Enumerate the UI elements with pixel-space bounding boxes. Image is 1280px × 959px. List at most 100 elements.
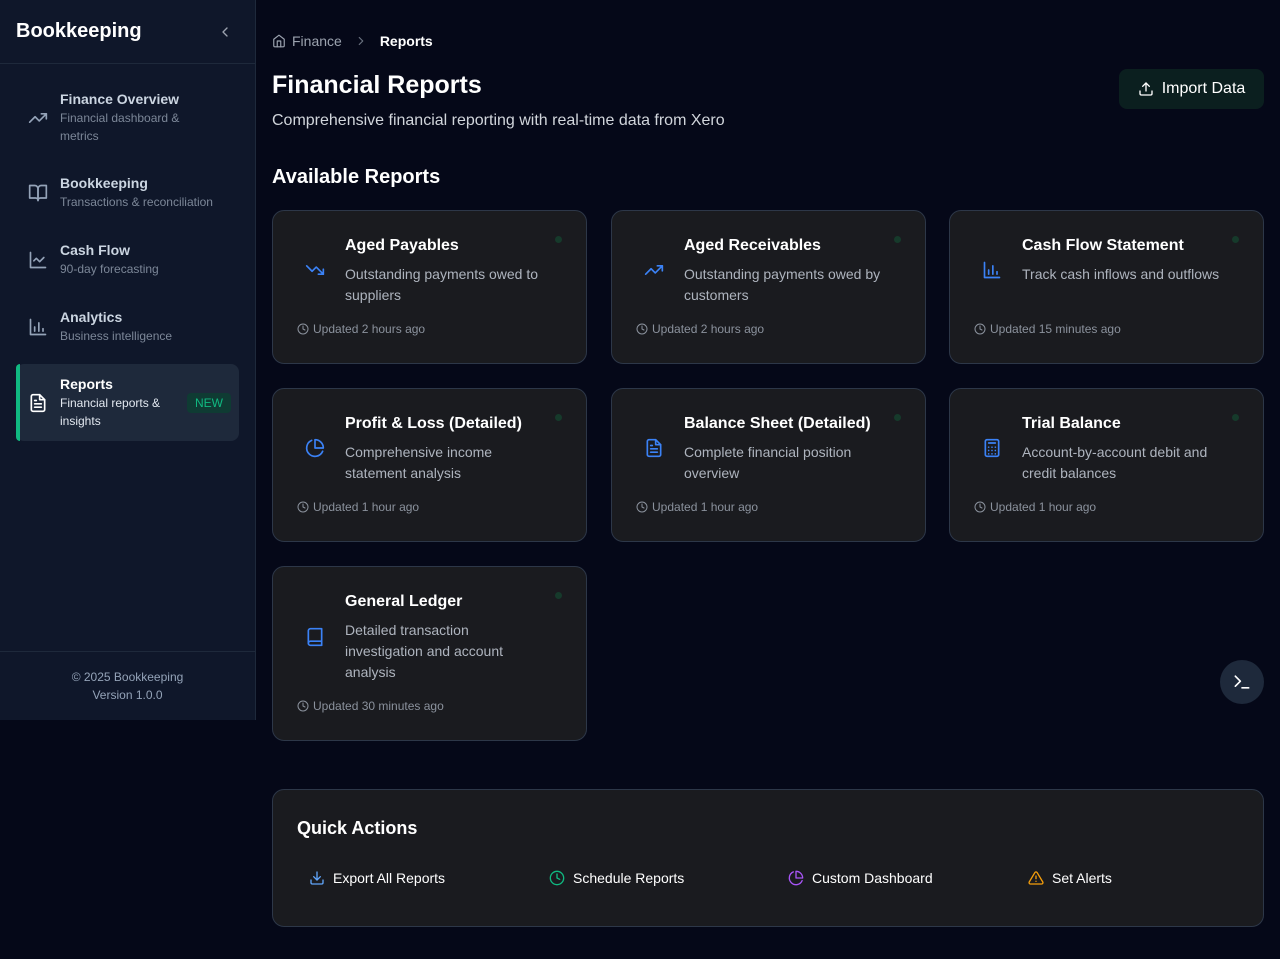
sidebar-footer: © 2025 Bookkeeping Version 1.0.0	[0, 651, 255, 720]
schedule-reports-button[interactable]: Schedule Reports	[549, 870, 684, 886]
sidebar-item-label: Reports	[60, 376, 113, 392]
card-title: Cash Flow Statement	[1022, 237, 1184, 254]
trending-up-icon	[28, 108, 48, 128]
app-title: Bookkeeping	[16, 20, 142, 42]
card-description: Detailed transaction investigation and a…	[345, 622, 503, 680]
report-card-general-ledger[interactable]: General Ledger Detailed transaction inve…	[272, 566, 587, 741]
breadcrumb: Finance Reports	[272, 33, 433, 49]
card-updated: Updated 2 hours ago	[297, 322, 425, 336]
updated-text: Updated 30 minutes ago	[313, 699, 444, 713]
pie-chart-icon	[788, 870, 804, 886]
import-data-button[interactable]: Import Data	[1119, 69, 1264, 109]
updated-text: Updated 1 hour ago	[313, 500, 420, 514]
chevron-right-icon	[358, 36, 364, 46]
card-title: Profit & Loss (Detailed)	[345, 415, 522, 432]
breadcrumb-finance-link[interactable]: Finance	[292, 33, 342, 49]
card-title: Balance Sheet (Detailed)	[684, 415, 871, 432]
pie-chart-icon	[304, 437, 326, 459]
card-description: Account-by-account debit and credit bala…	[1022, 444, 1208, 481]
sidebar-item-sub: Financial dashboard & metrics	[60, 111, 180, 143]
calculator-icon	[981, 437, 1003, 459]
page-title: Financial Reports	[272, 71, 482, 99]
sidebar-item-bookkeeping[interactable]: Bookkeeping Transactions & reconciliatio…	[16, 163, 239, 222]
set-alerts-button[interactable]: Set Alerts	[1028, 870, 1112, 886]
sidebar-item-sub: 90-day forecasting	[60, 262, 159, 276]
sidebar-item-cash-flow[interactable]: Cash Flow 90-day forecasting	[16, 230, 239, 289]
terminal-icon	[1234, 675, 1250, 689]
book-open-icon	[28, 183, 48, 203]
report-card-cash-flow-statement[interactable]: Cash Flow Statement Track cash inflows a…	[949, 210, 1264, 364]
sidebar-item-sub: Business intelligence	[60, 329, 173, 343]
sidebar-header: Bookkeeping	[0, 0, 255, 64]
new-badge: NEW	[187, 392, 231, 413]
clock-icon	[974, 501, 986, 513]
sidebar-item-reports[interactable]: Reports Financial reports & insights NEW	[16, 364, 239, 441]
card-title: Trial Balance	[1022, 415, 1121, 432]
status-dot	[894, 414, 901, 421]
card-updated: Updated 1 hour ago	[974, 500, 1096, 514]
report-card-aged-receivables[interactable]: Aged Receivables Outstanding payments ow…	[611, 210, 926, 364]
book-icon	[304, 626, 326, 648]
card-updated: Updated 1 hour ago	[636, 500, 758, 514]
collapse-sidebar-button[interactable]	[211, 18, 239, 46]
card-description: Outstanding payments owed by customers	[684, 266, 881, 303]
report-card-profit-loss[interactable]: Profit & Loss (Detailed) Comprehensive i…	[272, 388, 587, 542]
sidebar-item-label: Analytics	[60, 309, 123, 325]
report-card-trial-balance[interactable]: Trial Balance Account-by-account debit a…	[949, 388, 1264, 542]
status-dot	[555, 414, 562, 421]
card-title: Aged Payables	[345, 237, 459, 254]
updated-text: Updated 2 hours ago	[313, 322, 426, 336]
sidebar-item-label: Bookkeeping	[60, 175, 148, 191]
card-updated: Updated 15 minutes ago	[974, 322, 1121, 336]
sidebar-item-finance-overview[interactable]: Finance Overview Financial dashboard & m…	[16, 80, 239, 155]
breadcrumb-current: Reports	[379, 33, 433, 49]
sidebar-item-sub: Financial reports & insights	[60, 396, 161, 428]
report-card-balance-sheet[interactable]: Balance Sheet (Detailed) Complete financ…	[611, 388, 926, 542]
export-all-reports-button[interactable]: Export All Reports	[309, 870, 445, 886]
clock-icon	[549, 870, 565, 886]
card-description: Complete financial position overview	[684, 444, 852, 481]
clock-icon	[636, 501, 648, 513]
sidebar-item-analytics[interactable]: Analytics Business intelligence	[16, 297, 239, 356]
status-dot	[1232, 236, 1239, 243]
section-title: Available Reports	[272, 166, 441, 188]
quick-action-label: Export All Reports	[333, 870, 446, 886]
sidebar: Bookkeeping Finance Overview Financial d…	[0, 0, 256, 720]
updated-text: Updated 15 minutes ago	[990, 322, 1121, 336]
file-text-icon	[28, 393, 48, 413]
upload-icon	[1139, 82, 1153, 96]
card-title: General Ledger	[345, 593, 463, 610]
status-dot	[555, 592, 562, 599]
sidebar-item-label: Finance Overview	[60, 91, 180, 107]
card-title: Aged Receivables	[684, 237, 821, 254]
report-card-aged-payables[interactable]: Aged Payables Outstanding payments owed …	[272, 210, 587, 364]
card-updated: Updated 2 hours ago	[636, 322, 764, 336]
status-dot	[1232, 414, 1239, 421]
updated-text: Updated 2 hours ago	[652, 322, 765, 336]
page-subtitle: Comprehensive financial reporting with r…	[272, 112, 725, 129]
bar-chart-icon	[981, 259, 1003, 281]
sidebar-item-label: Cash Flow	[60, 242, 131, 258]
updated-text: Updated 1 hour ago	[990, 500, 1097, 514]
card-updated: Updated 1 hour ago	[297, 500, 419, 514]
quick-action-label: Schedule Reports	[573, 870, 685, 886]
line-chart-icon	[28, 250, 48, 270]
trending-up-icon	[643, 259, 665, 281]
clock-icon	[297, 700, 309, 712]
card-description: Outstanding payments owed to suppliers	[345, 266, 539, 303]
import-data-label: Import Data	[1161, 80, 1246, 97]
status-dot	[555, 236, 562, 243]
quick-actions-panel: Quick Actions Export All Reports Schedul…	[272, 789, 1264, 927]
bar-chart-icon	[28, 317, 48, 337]
home-icon	[273, 34, 285, 48]
clock-icon	[297, 501, 309, 513]
trending-down-icon	[304, 259, 326, 281]
status-dot	[894, 236, 901, 243]
custom-dashboard-button[interactable]: Custom Dashboard	[788, 870, 933, 886]
quick-actions-title: Quick Actions	[297, 818, 418, 838]
quick-action-label: Custom Dashboard	[812, 870, 933, 886]
terminal-button[interactable]	[1220, 660, 1264, 704]
updated-text: Updated 1 hour ago	[652, 500, 759, 514]
sidebar-item-sub: Transactions & reconciliation	[60, 195, 213, 209]
version-text: Version 1.0.0	[92, 688, 163, 702]
